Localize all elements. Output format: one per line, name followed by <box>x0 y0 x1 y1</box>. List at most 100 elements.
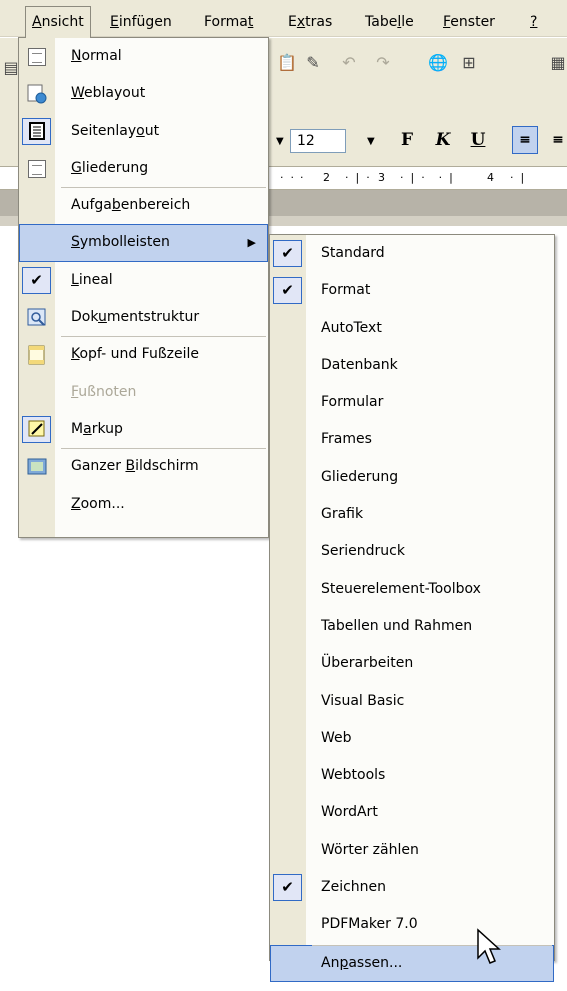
toolbar-toggle-item[interactable]: Gliederung <box>270 459 554 496</box>
menu-extras[interactable]: Extras <box>282 8 338 36</box>
menu-item-anpassen[interactable]: Anpassen... <box>270 944 554 982</box>
menu-item-label: Fußnoten <box>71 383 137 400</box>
menu-item-label: Formular <box>321 394 384 411</box>
toolbar-toggle-item[interactable]: Visual Basic <box>270 683 554 720</box>
font-size-dropdown-icon[interactable]: ▼ <box>367 136 375 147</box>
redo-icon[interactable]: ↷ <box>372 51 394 73</box>
menu-item-normal[interactable]: Normal <box>19 38 268 75</box>
toolbar-toggle-item[interactable]: ✔ Standard <box>270 235 554 272</box>
menu-item-label: Visual Basic <box>321 692 405 709</box>
markup-icon <box>22 415 51 443</box>
toolbar-toggle-item[interactable]: Tabellen und Rahmen <box>270 608 554 645</box>
menu-extras-mnemonic: x <box>296 14 306 30</box>
menu-item-label: Zeichnen <box>321 879 387 896</box>
menu-item-kopf-fusszeile[interactable]: Kopf- und Fußzeile <box>19 336 268 373</box>
bold-button[interactable]: F <box>394 126 420 154</box>
menu-item-label: Normal <box>71 48 122 64</box>
ruler-mark-2: 2 <box>323 171 330 184</box>
menu-item-label: Gliederung <box>71 159 149 176</box>
toolbar-toggle-item[interactable]: AutoText <box>270 310 554 347</box>
ruler-tick: · | · <box>345 171 370 184</box>
hyperlink-icon[interactable]: 🌐 <box>427 51 449 73</box>
toolbar-toggle-item[interactable]: Formular <box>270 384 554 421</box>
menu-item-weblayout[interactable]: Weblayout <box>19 75 268 112</box>
menu-item-label: Weblayout <box>71 85 146 102</box>
menu-item-label: Kopf- und Fußzeile <box>71 346 200 363</box>
underline-button[interactable]: U <box>465 126 491 154</box>
menu-item-label: Web <box>321 729 352 746</box>
checkmark-icon: ✔ <box>22 266 51 294</box>
font-size-field[interactable]: 12 <box>290 129 346 153</box>
menu-item-label: Ganzer Bildschirm <box>71 458 199 475</box>
toolbar-toggle-item[interactable]: Grafik <box>270 496 554 533</box>
ruler-tick: · | <box>510 171 525 184</box>
align-center-button[interactable]: ≡ <box>545 126 567 154</box>
align-left-button[interactable]: ≡ <box>512 126 538 154</box>
menu-item-label: WordArt <box>321 804 378 821</box>
italic-button[interactable]: K <box>430 126 456 154</box>
menu-item-label: Überarbeiten <box>321 655 414 672</box>
document-map-icon <box>26 308 48 328</box>
menu-help[interactable]: ? <box>524 8 543 36</box>
menu-item-label: Dokumentstruktur <box>71 309 200 326</box>
menu-item-lineal[interactable]: ✔ Lineal <box>19 262 268 299</box>
menu-item-label: Webtools <box>321 767 386 784</box>
menu-ansicht[interactable]: Ansicht <box>25 6 91 38</box>
web-layout-icon <box>26 84 48 104</box>
toolbar-toggle-item[interactable]: Seriendruck <box>270 533 554 570</box>
menu-fenster[interactable]: Fenster <box>437 8 501 36</box>
menu-item-ganzer-bildschirm[interactable]: Ganzer Bildschirm <box>19 448 268 485</box>
menu-item-seitenlayout[interactable]: Seitenlayout <box>19 113 268 150</box>
checkmark-icon: ✔ <box>273 240 302 267</box>
ruler-mark-3: 3 <box>378 171 385 184</box>
menu-format[interactable]: Format <box>198 8 259 36</box>
toolbar-toggle-item[interactable]: Steuerelement-Toolbox <box>270 571 554 608</box>
menu-item-label: Aufgabenbereich <box>71 197 191 214</box>
toolbar-toggle-item[interactable]: Datenbank <box>270 347 554 384</box>
menu-fenster-label: enster <box>450 14 495 30</box>
menu-ansicht-mnemonic: A <box>32 14 42 30</box>
menu-format-label: Forma <box>204 14 248 30</box>
menu-item-label: Symbolleisten <box>71 234 170 251</box>
menu-item-label: Gliederung <box>321 468 399 485</box>
menu-item-aufgabenbereich[interactable]: Aufgabenbereich <box>19 187 268 224</box>
normal-view-icon <box>26 47 48 67</box>
font-name-dropdown-icon[interactable]: ▼ <box>276 136 284 147</box>
format-painter-icon[interactable]: ✎ <box>302 51 324 73</box>
menu-item-markup[interactable]: Markup <box>19 411 268 448</box>
menu-item-fussnoten: Fußnoten <box>19 374 268 411</box>
toolbar-toggle-item[interactable]: Überarbeiten <box>270 645 554 682</box>
toolbar-toggle-item[interactable]: ✔ Format <box>270 272 554 309</box>
tables-borders-icon[interactable]: ⊞ <box>458 51 480 73</box>
menu-item-label: Seitenlayout <box>71 122 160 139</box>
menu-item-gliederung[interactable]: Gliederung <box>19 150 268 187</box>
menu-tabelle[interactable]: Tabelle <box>359 8 420 36</box>
menu-item-label: Wörter zählen <box>321 841 419 858</box>
menu-extras-label: tras <box>305 14 333 30</box>
mouse-pointer-icon <box>477 928 501 964</box>
menu-format-mnemonic: t <box>247 14 254 30</box>
toolbar-toggle-item[interactable]: Wörter zählen <box>270 832 554 869</box>
checkmark-icon: ✔ <box>273 277 302 305</box>
menu-item-symbolleisten[interactable]: Symbolleisten ▶ <box>19 224 268 262</box>
ruler-tick: · | · · | <box>400 171 453 184</box>
toolbar-toggle-item[interactable]: Web <box>270 720 554 757</box>
toolbar-toggle-item[interactable]: WordArt <box>270 794 554 831</box>
paste-icon[interactable]: 📋 <box>276 51 298 73</box>
toolbar-toggle-item[interactable]: Frames <box>270 421 554 458</box>
outline-view-icon <box>26 159 48 179</box>
menu-item-zoom[interactable]: Zoom... <box>19 486 268 523</box>
menu-einfuegen[interactable]: Einfügen <box>104 8 178 36</box>
ruler-tick: · <box>300 171 304 184</box>
toolbar-toggle-item[interactable]: PDFMaker 7.0 <box>270 906 554 943</box>
menu-tabelle-label: le <box>401 14 414 30</box>
insert-table-icon[interactable]: ▦ <box>547 51 567 73</box>
menu-item-dokumentstruktur[interactable]: Dokumentstruktur <box>19 299 268 336</box>
menu-bar: Ansicht Einfügen Format Extras Tabelle F… <box>0 0 567 38</box>
checkmark-icon: ✔ <box>273 874 302 902</box>
toolbar-toggle-item[interactable]: ✔ Zeichnen <box>270 869 554 906</box>
undo-icon[interactable]: ↶ <box>338 51 360 73</box>
header-footer-icon <box>26 345 48 365</box>
menu-item-label: AutoText <box>321 319 382 336</box>
toolbar-toggle-item[interactable]: Webtools <box>270 757 554 794</box>
